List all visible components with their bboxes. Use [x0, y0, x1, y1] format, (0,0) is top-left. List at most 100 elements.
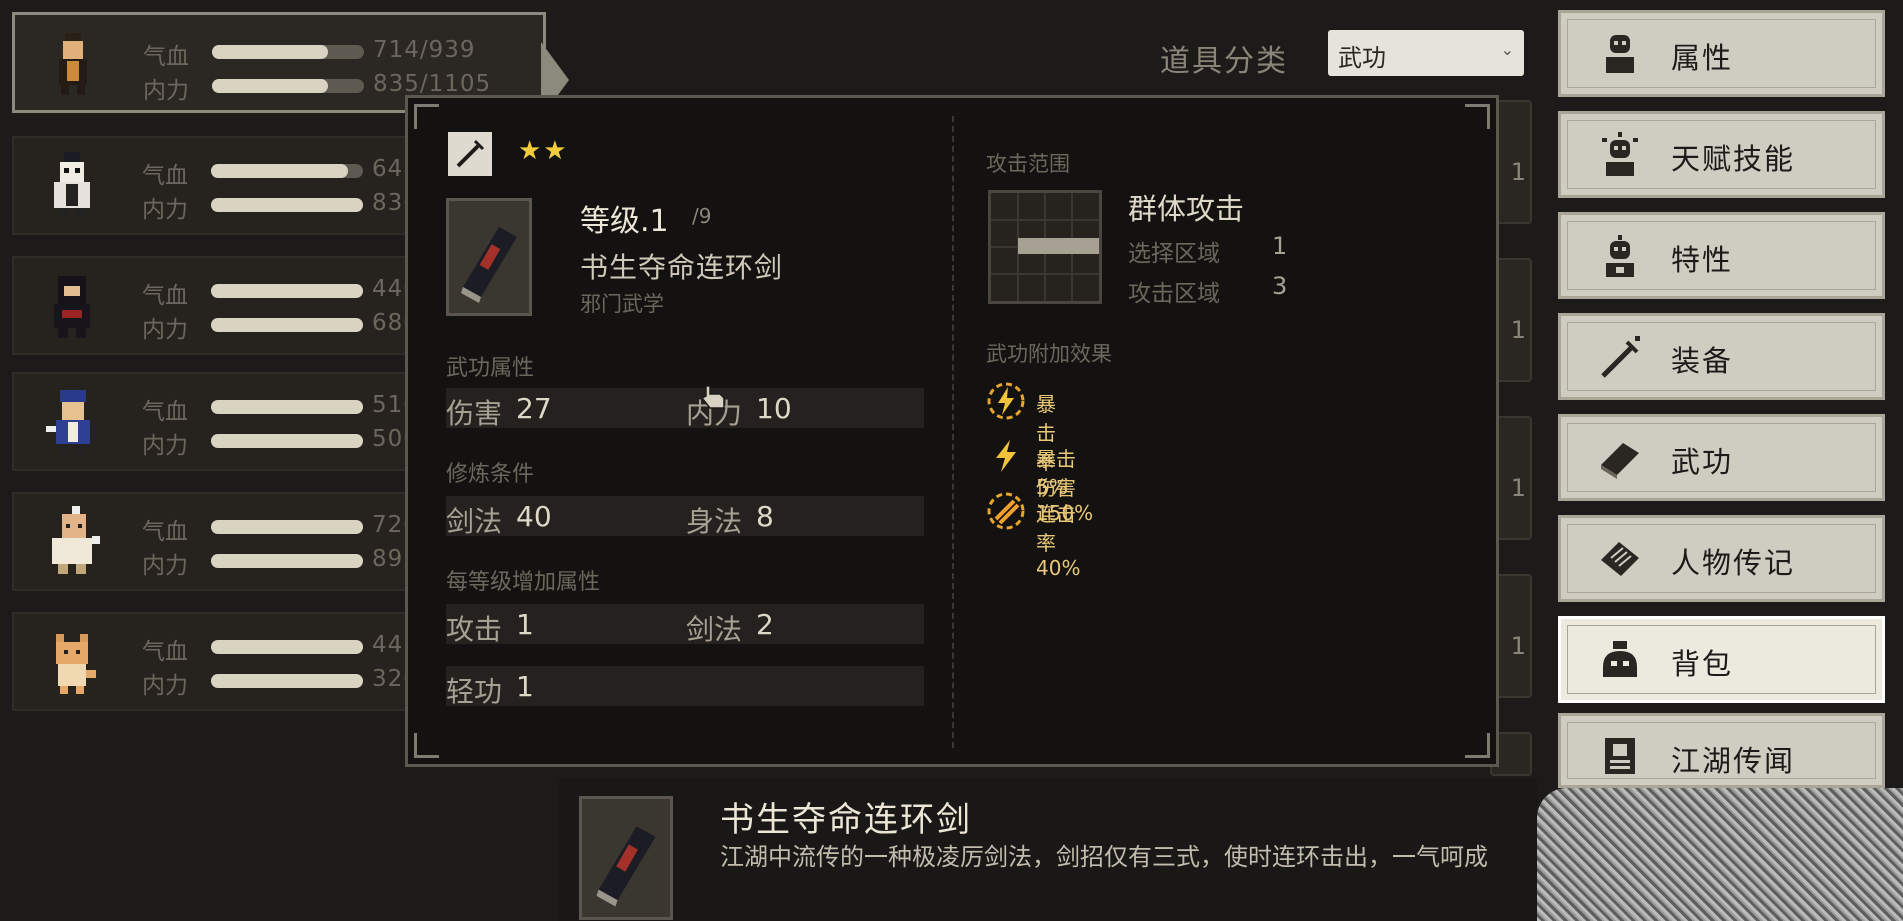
character-avatar	[52, 506, 100, 574]
description-title: 书生夺命连环剑	[720, 800, 972, 840]
video-noise-overlay	[1537, 788, 1903, 921]
effects-title: 武功附加效果	[986, 342, 1112, 366]
qi-value: 714/939	[373, 37, 476, 63]
growth-name: 攻击	[446, 613, 503, 646]
requirement-row: 剑法 40 身法 8	[446, 496, 924, 538]
menu-button-talents[interactable]: 天赋技能	[1558, 111, 1885, 198]
menu-button-martial-arts[interactable]: 武功	[1558, 414, 1885, 501]
item-category-dropdown[interactable]: 武功 ⌄	[1328, 30, 1524, 76]
req-value: 8	[756, 500, 774, 533]
hand-cursor-icon	[700, 385, 725, 409]
character-avatar	[54, 152, 90, 218]
character-avatar	[46, 390, 90, 454]
attack-range-grid	[988, 190, 1102, 304]
qi-bar-fill	[211, 520, 363, 534]
req-name: 身法	[686, 505, 743, 538]
description-text: 江湖中流传的一种极凌厉剑法，剑招仅有三式，使时连环击出，一气呵成	[720, 843, 1488, 871]
menu-button-inventory[interactable]: 背包	[1558, 616, 1885, 703]
lightning-icon	[996, 440, 1016, 472]
skill-book-icon	[596, 826, 656, 907]
growth-value: 1	[516, 608, 534, 641]
item-rarity-stars: ★★	[518, 136, 569, 166]
chevron-down-icon: ⌄	[1500, 40, 1514, 59]
item-level: 等级.1	[580, 204, 669, 239]
qi-label: 气血	[142, 163, 188, 189]
notice-icon	[1605, 738, 1635, 774]
panel-corner-ornament	[414, 733, 439, 758]
growth-row: 攻击 1 剑法 2	[446, 604, 924, 646]
neili-bar-fill	[211, 198, 363, 212]
attribute-row: 伤害 27 内力 10	[446, 388, 924, 430]
range-type: 群体攻击	[1128, 192, 1245, 226]
select-area-label: 选择区域	[1128, 241, 1220, 267]
item-description-box: 书生夺命连环剑 江湖中流传的一种极凌厉剑法，剑招仅有三式，使时连环击出，一气呵成	[557, 778, 1537, 921]
person-icon	[1606, 35, 1634, 73]
neili-bar	[211, 434, 363, 448]
qi-bar	[211, 520, 363, 534]
menu-button-traits[interactable]: 特性	[1558, 212, 1885, 299]
lightning-ring-icon	[987, 382, 1025, 420]
neili-label: 内力	[143, 78, 189, 104]
scroll-icon	[1601, 542, 1639, 576]
menu-label: 背包	[1671, 647, 1734, 681]
talent-icon	[1602, 132, 1638, 176]
qi-label: 气血	[142, 399, 188, 425]
item-detail-panel: ★★ 等级.1 /9 书生夺命连环剑 邪门武学 武功属性 伤害 27 内力 10…	[405, 95, 1499, 767]
qi-bar-fill	[211, 164, 348, 178]
item-thumbnail	[579, 796, 673, 920]
neili-bar	[211, 674, 363, 688]
book-icon	[1601, 443, 1639, 479]
slot-count: 1	[1510, 158, 1526, 186]
neili-bar	[212, 79, 364, 93]
menu-label: 人物传记	[1671, 546, 1796, 580]
item-level-max: /9	[692, 204, 712, 228]
qi-label: 气血	[143, 44, 189, 70]
menu-button-equipment[interactable]: 装备	[1558, 313, 1885, 400]
menu-button-biography[interactable]: 人物传记	[1558, 515, 1885, 602]
qi-bar-fill	[211, 640, 363, 654]
qi-label: 气血	[142, 519, 188, 545]
qi-bar-fill	[211, 284, 363, 298]
combo-ring-icon	[987, 492, 1025, 530]
effect-text: 连击率40%	[1036, 502, 1081, 580]
neili-label: 内力	[142, 197, 188, 223]
trait-icon	[1606, 235, 1634, 277]
neili-bar-fill	[211, 318, 363, 332]
req-value: 40	[516, 500, 552, 533]
item-image	[446, 198, 532, 316]
neili-value: 835/1105	[373, 71, 492, 97]
attr-value: 27	[516, 392, 552, 425]
slot-count: 1	[1510, 474, 1526, 502]
character-avatar	[59, 33, 87, 95]
qi-label: 气血	[142, 639, 188, 665]
section-title-attributes: 武功属性	[446, 356, 535, 381]
sword-icon	[456, 139, 485, 168]
neili-label: 内力	[142, 673, 188, 699]
menu-label: 天赋技能	[1671, 142, 1796, 176]
growth-name: 轻功	[446, 675, 503, 708]
neili-bar	[211, 198, 363, 212]
qi-bar	[212, 45, 364, 59]
growth-value: 1	[516, 670, 534, 703]
item-category-label: 道具分类	[1160, 44, 1288, 79]
menu-button-attributes[interactable]: 属性	[1558, 10, 1885, 97]
neili-label: 内力	[142, 553, 188, 579]
panel-corner-ornament	[1465, 104, 1490, 129]
slot-count: 1	[1510, 632, 1526, 660]
qi-bar	[211, 640, 363, 654]
item-type-badge	[448, 132, 492, 176]
growth-row: 轻功 1	[446, 666, 924, 708]
neili-bar	[211, 318, 363, 332]
neili-label: 内力	[142, 433, 188, 459]
range-title: 攻击范围	[986, 152, 1070, 176]
qi-bar	[211, 164, 363, 178]
range-grid-icon	[991, 193, 1099, 301]
item-category-selected: 武功	[1338, 44, 1386, 72]
qi-bar-fill	[212, 45, 328, 59]
attack-area-value: 3	[1272, 272, 1288, 300]
qi-bar	[211, 400, 363, 414]
skill-book-icon	[461, 227, 517, 303]
menu-label: 装备	[1671, 344, 1734, 378]
growth-value: 2	[756, 608, 774, 641]
menu-button-rumors[interactable]: 江湖传闻	[1558, 713, 1885, 788]
